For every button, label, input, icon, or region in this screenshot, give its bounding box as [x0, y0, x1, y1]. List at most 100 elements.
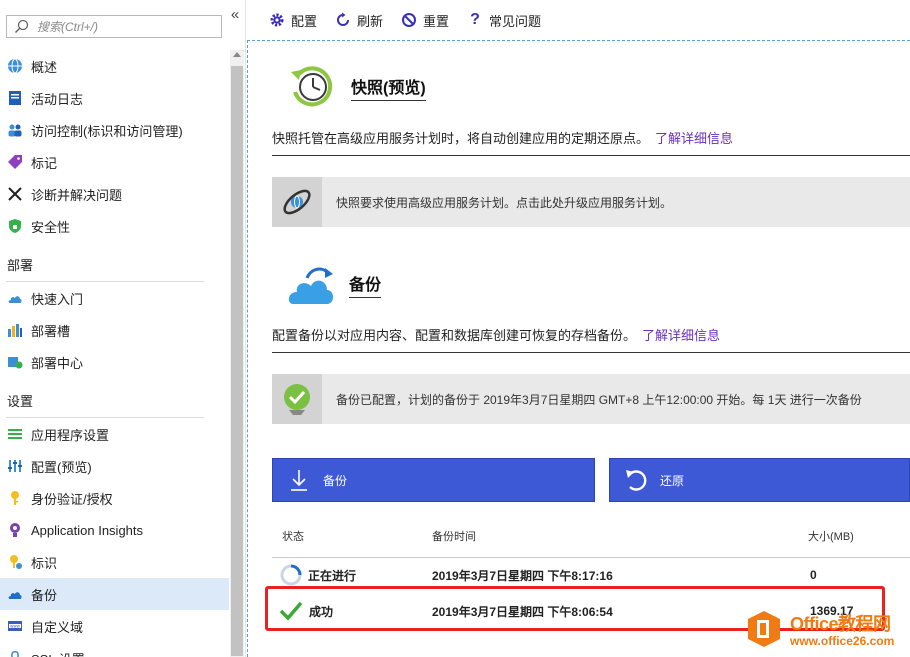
backup-banner-icon-box	[272, 374, 322, 424]
sidebar-item-label: 部署中心	[31, 355, 84, 371]
section-header-settings: 设置	[0, 378, 229, 418]
search-input[interactable]	[37, 19, 217, 34]
gear-icon	[269, 12, 285, 28]
sidebar-item-label: 标识	[31, 555, 58, 571]
sidebar-item-app-settings[interactable]: 应用程序设置	[0, 418, 229, 450]
sidebar-item-diagnose[interactable]: 诊断并解决问题	[0, 178, 229, 210]
sidebar-item-tags[interactable]: 标记	[0, 146, 229, 178]
sidebar-item-application-insights[interactable]: Application Insights	[0, 514, 229, 546]
sidebar-item-deployment-center[interactable]: 部署中心	[0, 346, 229, 378]
search-icon	[14, 19, 29, 33]
sidebar-item-activity-log[interactable]: 活动日志	[0, 82, 229, 114]
search-box[interactable]	[6, 15, 222, 38]
scrollbar-thumb[interactable]	[231, 66, 243, 656]
upgrade-orbit-icon	[283, 189, 311, 215]
backup-table-header: 状态 备份时间 大小(MB)	[282, 528, 910, 548]
backup-desc-text: 配置备份以对应用内容、配置和数据库创建可恢复的存档备份。	[272, 328, 637, 343]
sidebar-item-label: Application Insights	[31, 522, 144, 538]
snapshot-title: 快照(预览)	[351, 74, 426, 101]
sidebar-item-label: 配置(预览)	[31, 459, 92, 475]
watermark-brand-en: Office	[790, 614, 839, 634]
sidebar-item-label: 应用程序设置	[31, 427, 110, 443]
sidebar-item-security[interactable]: 安全性	[0, 210, 229, 242]
clock-refresh-icon	[291, 66, 333, 107]
backup-configured-banner: 备份已配置，计划的备份于 2019年3月7日星期四 GMT+8 上午12:00:…	[272, 374, 910, 424]
sidebar-item-label: SSL 设置	[31, 649, 85, 657]
sidebar-item-deployment-slots[interactable]: 部署槽	[0, 314, 229, 346]
sidebar-scrollbar[interactable]	[230, 50, 244, 657]
sidebar-item-access-control[interactable]: 访问控制(标识和访问管理)	[0, 114, 229, 146]
sidebar-item-backups[interactable]: 备份	[0, 578, 229, 610]
log-icon	[7, 90, 23, 106]
in-progress-spinner-icon	[280, 564, 302, 586]
sidebar-item-label: 标记	[31, 155, 58, 171]
configure-button[interactable]: 配置	[269, 11, 317, 30]
watermark-text: Office教程网 www.office26.com	[790, 610, 894, 648]
slots-icon	[7, 322, 23, 338]
refresh-icon	[335, 12, 351, 28]
identity-icon	[7, 554, 23, 570]
deploy-center-icon	[7, 354, 23, 370]
sidebar-item-ssl-settings[interactable]: SSL 设置	[0, 642, 229, 657]
app-settings-icon	[7, 426, 23, 442]
sidebar-item-overview[interactable]: 概述	[0, 50, 229, 82]
restore-button-label: 还原	[660, 473, 685, 488]
backup-description: 配置备份以对应用内容、配置和数据库创建可恢复的存档备份。 了解详细信息	[272, 325, 910, 353]
backup-learn-more-link[interactable]: 了解详细信息	[642, 328, 720, 343]
shield-icon	[7, 218, 23, 234]
sidebar-nav: 概述 活动日志 访问控制(标识和访问管理) 标记 诊断并解决问题 安全性 部署 …	[0, 50, 229, 657]
column-header-size[interactable]: 大小(MB)	[808, 528, 854, 544]
reset-button[interactable]: 重置	[401, 11, 449, 30]
command-bar: 配置 刷新 重置 ? 常见问题	[247, 0, 910, 40]
status-text: 正在进行	[308, 568, 357, 583]
section-header-deploy: 部署	[0, 242, 229, 282]
wrench-icon	[7, 186, 23, 202]
office-logo-icon	[748, 611, 780, 647]
sidebar-item-custom-domains[interactable]: www 自定义域	[0, 610, 229, 642]
sidebar-item-label: 诊断并解决问题	[31, 187, 123, 203]
backup-banner-text: 备份已配置，计划的备份于 2019年3月7日星期四 GMT+8 上午12:00:…	[336, 392, 862, 407]
sidebar-item-identity[interactable]: 标识	[0, 546, 229, 578]
backup-header: 备份	[285, 260, 382, 308]
faq-label: 常见问题	[489, 13, 542, 29]
config-icon	[7, 458, 23, 474]
sidebar-item-label: 活动日志	[31, 91, 84, 107]
domain-icon: www	[7, 618, 23, 634]
key-icon	[7, 490, 23, 506]
sidebar-item-label: 安全性	[31, 219, 71, 235]
watermark-brand: Office教程网	[790, 610, 894, 636]
question-icon: ?	[470, 11, 480, 28]
snapshot-header: 快照(预览)	[287, 62, 426, 112]
tag-icon	[7, 154, 23, 170]
sidebar-item-quickstart[interactable]: 快速入门	[0, 282, 229, 314]
insights-icon	[7, 522, 23, 538]
watermark-brand-cn: 教程网	[838, 614, 891, 634]
backup-cloud-large-icon	[288, 267, 333, 304]
sidebar: « 概述 活动日志 访问控制(标识和访问管理) 标记 诊断并解决问题 安全性 部…	[0, 0, 246, 657]
refresh-button[interactable]: 刷新	[335, 11, 383, 30]
restore-button[interactable]: 还原	[609, 458, 910, 502]
backup-title: 备份	[349, 271, 382, 298]
svg-text:www: www	[10, 624, 21, 629]
column-header-time[interactable]: 备份时间	[432, 528, 476, 544]
watermark: Office教程网 www.office26.com	[744, 604, 910, 654]
snapshot-upgrade-banner[interactable]: 快照要求使用高级应用服务计划。点击此处升级应用服务计划。	[272, 177, 910, 227]
backup-now-button[interactable]: 备份	[272, 458, 595, 502]
sidebar-item-label: 快速入门	[31, 291, 84, 307]
globe-icon	[7, 58, 23, 74]
scroll-up-arrow-icon[interactable]	[233, 52, 241, 57]
collapse-sidebar-button[interactable]: «	[228, 6, 242, 24]
snapshot-learn-more-link[interactable]: 了解详细信息	[655, 131, 733, 146]
sidebar-item-configuration[interactable]: 配置(预览)	[0, 450, 229, 482]
snapshot-banner-text: 快照要求使用高级应用服务计划。点击此处升级应用服务计划。	[336, 195, 673, 210]
prohibit-icon	[401, 12, 417, 28]
reset-label: 重置	[423, 13, 450, 29]
ssl-icon	[7, 650, 23, 657]
sidebar-item-authentication[interactable]: 身份验证/授权	[0, 482, 229, 514]
faq-button[interactable]: ? 常见问题	[467, 11, 541, 30]
configure-label: 配置	[291, 13, 318, 29]
snapshot-description: 快照托管在高级应用服务计划时，将自动创建应用的定期还原点。 了解详细信息	[272, 128, 910, 156]
sidebar-item-label: 访问控制(标识和访问管理)	[31, 123, 183, 139]
column-header-status[interactable]: 状态	[282, 528, 304, 544]
restore-arrow-icon	[624, 468, 648, 492]
